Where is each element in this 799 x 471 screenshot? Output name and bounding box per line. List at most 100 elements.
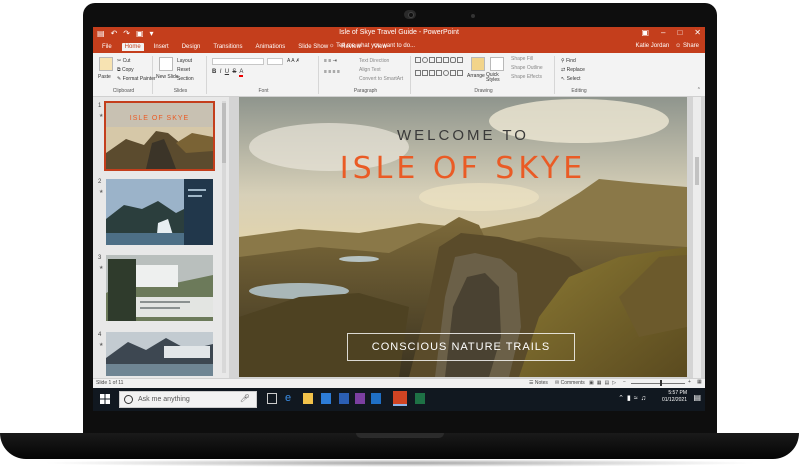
cut-button[interactable]: ✂ Cut	[117, 58, 130, 64]
align-left-icon[interactable]: ≡	[324, 69, 327, 75]
word-icon[interactable]	[339, 393, 349, 404]
quick-styles-icon[interactable]	[490, 57, 504, 71]
justify-icon[interactable]: ≡	[337, 69, 340, 75]
edge-icon[interactable]: e	[285, 393, 295, 404]
thumbnail-slide-1[interactable]: ISLE OF SKYE	[104, 101, 215, 171]
slideshow-view-icon[interactable]: ▷	[612, 380, 619, 386]
oval-shape-icon[interactable]	[422, 57, 428, 63]
star-shape-icon[interactable]	[457, 57, 463, 63]
grow-font-icon[interactable]: A	[287, 58, 290, 64]
callout-shape-icon[interactable]	[429, 69, 435, 76]
arrange-button[interactable]: Arrange	[467, 73, 485, 79]
bold-button[interactable]: B	[212, 69, 216, 75]
zoom-out-icon[interactable]: −	[623, 379, 626, 385]
line-shape-icon[interactable]	[429, 57, 435, 63]
shape-effects-button[interactable]: Shape Effects	[511, 74, 542, 80]
normal-view-icon[interactable]: ▣	[589, 380, 597, 386]
onenote-icon[interactable]	[355, 393, 365, 404]
select-button[interactable]: ↖ Select	[561, 76, 581, 82]
bullets-icon[interactable]: ≡	[324, 58, 327, 64]
shapes-gallery[interactable]	[415, 57, 463, 81]
arrange-icon[interactable]	[471, 57, 485, 71]
powerpoint-icon[interactable]	[393, 391, 407, 406]
new-slide-button[interactable]: New Slide	[156, 74, 179, 80]
microphone-icon[interactable]: 🎤︎	[240, 394, 250, 403]
tab-design[interactable]: Design	[179, 43, 204, 51]
zoom-slider-thumb[interactable]	[660, 380, 662, 386]
show-hidden-icon[interactable]: ⌃	[618, 395, 627, 402]
quick-styles-button[interactable]: Quick Styles	[486, 73, 506, 83]
underline-button[interactable]: U	[225, 69, 229, 75]
store-icon[interactable]	[321, 393, 331, 404]
clear-format-icon[interactable]: ✗	[296, 58, 300, 64]
numbering-icon[interactable]: ≡	[328, 58, 331, 64]
notifications-icon[interactable]: ▤	[693, 394, 701, 402]
ribbon-options-icon[interactable]: ▣	[641, 28, 649, 37]
more-shapes-icon[interactable]	[457, 69, 463, 76]
slide-subtitle-box[interactable]: CONSCIOUS NATURE TRAILS	[347, 333, 575, 361]
text-direction-button[interactable]: Text Direction	[359, 58, 389, 64]
shape-fill-button[interactable]: Shape Fill	[511, 56, 533, 62]
fit-slide-icon[interactable]: ▦	[697, 379, 702, 385]
clock-time[interactable]: 5:57 PM	[662, 390, 687, 397]
clock-date[interactable]: 01/12/2021	[662, 397, 687, 404]
pentagon-shape-icon[interactable]	[450, 69, 456, 76]
thumbnail-slide-3[interactable]	[106, 255, 213, 321]
italic-button[interactable]: I	[220, 69, 222, 75]
shrink-font-icon[interactable]: A	[291, 58, 294, 64]
tab-slide-show[interactable]: Slide Show	[295, 43, 331, 51]
notes-button[interactable]: ☰ Notes	[529, 380, 548, 386]
file-explorer-icon[interactable]	[303, 393, 313, 404]
maximize-icon[interactable]: □	[677, 28, 682, 37]
tell-me-box[interactable]: ☼ Tell me what you want to do...	[329, 43, 415, 49]
triangle-shape-icon[interactable]	[443, 57, 449, 63]
brace-shape-icon[interactable]	[422, 69, 428, 76]
format-painter-button[interactable]: ✎ Format Painter	[117, 76, 156, 82]
thumbnail-slide-2[interactable]	[106, 179, 213, 245]
zoom-in-icon[interactable]: +	[688, 379, 691, 385]
slide-title[interactable]: ISLE OF SKYE	[239, 151, 687, 186]
excel-icon[interactable]	[415, 393, 425, 404]
reset-button[interactable]: Reset	[177, 67, 190, 73]
rounded-rect-shape-icon[interactable]	[450, 57, 456, 63]
align-text-button[interactable]: Align Text	[359, 67, 381, 73]
section-button[interactable]: Section	[177, 76, 194, 82]
close-icon[interactable]: ✕	[694, 28, 701, 37]
thumbnail-scrollbar-thumb[interactable]	[222, 103, 226, 163]
strike-button[interactable]: S	[232, 69, 236, 75]
volume-icon[interactable]: ♫	[641, 395, 649, 402]
share-button[interactable]: ☺ Share	[675, 43, 699, 49]
tab-transitions[interactable]: Transitions	[210, 43, 245, 51]
layout-button[interactable]: Layout	[177, 58, 192, 64]
find-button[interactable]: ⚲ Find	[561, 58, 576, 64]
tab-file[interactable]: File	[99, 43, 115, 51]
wifi-icon[interactable]: ≈	[634, 395, 641, 402]
font-color-icon[interactable]: A	[239, 69, 244, 77]
thumbnail-slide-4[interactable]	[106, 332, 213, 376]
windows-start-icon[interactable]	[100, 394, 110, 404]
font-size-field[interactable]	[267, 58, 283, 65]
tab-insert[interactable]: Insert	[151, 43, 172, 51]
outlook-icon[interactable]	[371, 393, 381, 404]
task-view-icon[interactable]	[267, 393, 277, 404]
current-slide[interactable]: WELCOME TO ISLE OF SKYE CONSCIOUS NATURE…	[239, 97, 687, 377]
minimize-icon[interactable]: –	[661, 28, 665, 37]
smartart-button[interactable]: Convert to SmartArt	[359, 76, 403, 82]
shape-outline-button[interactable]: Shape Outline	[511, 65, 543, 71]
comments-button[interactable]: ✉ Comments	[555, 380, 585, 386]
battery-icon[interactable]: ▮	[627, 395, 634, 402]
copy-button[interactable]: ⧉ Copy	[117, 67, 134, 73]
curve-shape-icon[interactable]	[415, 69, 421, 76]
slide-welcome-text[interactable]: WELCOME TO	[239, 127, 687, 144]
user-name[interactable]: Katie Jordan	[635, 43, 669, 49]
block-arrow-shape-icon[interactable]	[436, 69, 442, 76]
new-slide-icon[interactable]	[159, 57, 173, 71]
replace-button[interactable]: ⇄ Replace	[561, 67, 585, 73]
rectangle-shape-icon[interactable]	[415, 57, 421, 63]
paste-button[interactable]: Paste	[98, 74, 111, 80]
slide-scrollbar-thumb[interactable]	[695, 157, 699, 185]
align-right-icon[interactable]: ≡	[333, 69, 336, 75]
font-name-field[interactable]	[212, 58, 264, 65]
indent-icon[interactable]: ⇥	[333, 58, 337, 64]
thumbnail-scrollbar[interactable]	[222, 101, 226, 373]
